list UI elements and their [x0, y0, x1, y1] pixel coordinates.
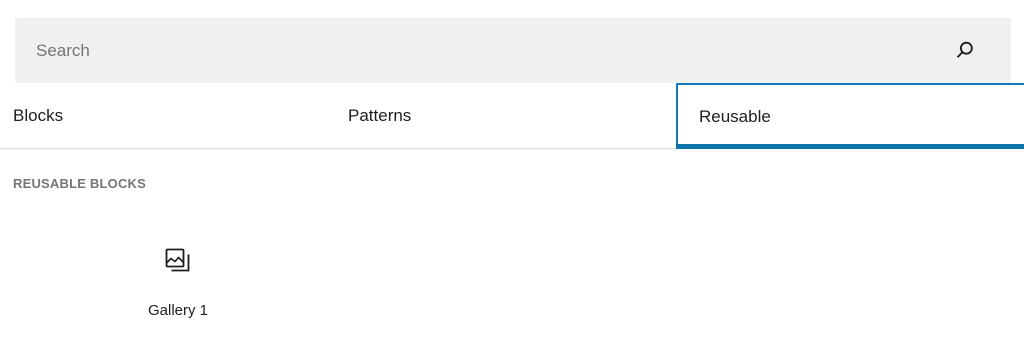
tab-blocks-label: Blocks [13, 105, 64, 125]
search-bar [15, 18, 1011, 83]
tab-patterns-label: Patterns [348, 105, 412, 125]
section-title: REUSABLE BLOCKS [13, 176, 147, 191]
tab-blocks[interactable]: Blocks [0, 83, 338, 148]
block-inserter-tabs: Blocks Patterns Reusable [0, 83, 1024, 149]
tab-patterns[interactable]: Patterns [338, 83, 676, 148]
search-input[interactable] [15, 18, 915, 83]
tab-reusable[interactable]: Reusable [676, 83, 1024, 149]
block-item-label: Gallery 1 [147, 302, 209, 319]
search-icon[interactable] [953, 38, 977, 62]
block-item-gallery-1[interactable]: Gallery 1 [128, 232, 228, 332]
gallery-icon [165, 248, 191, 274]
tab-reusable-label: Reusable [699, 106, 771, 126]
